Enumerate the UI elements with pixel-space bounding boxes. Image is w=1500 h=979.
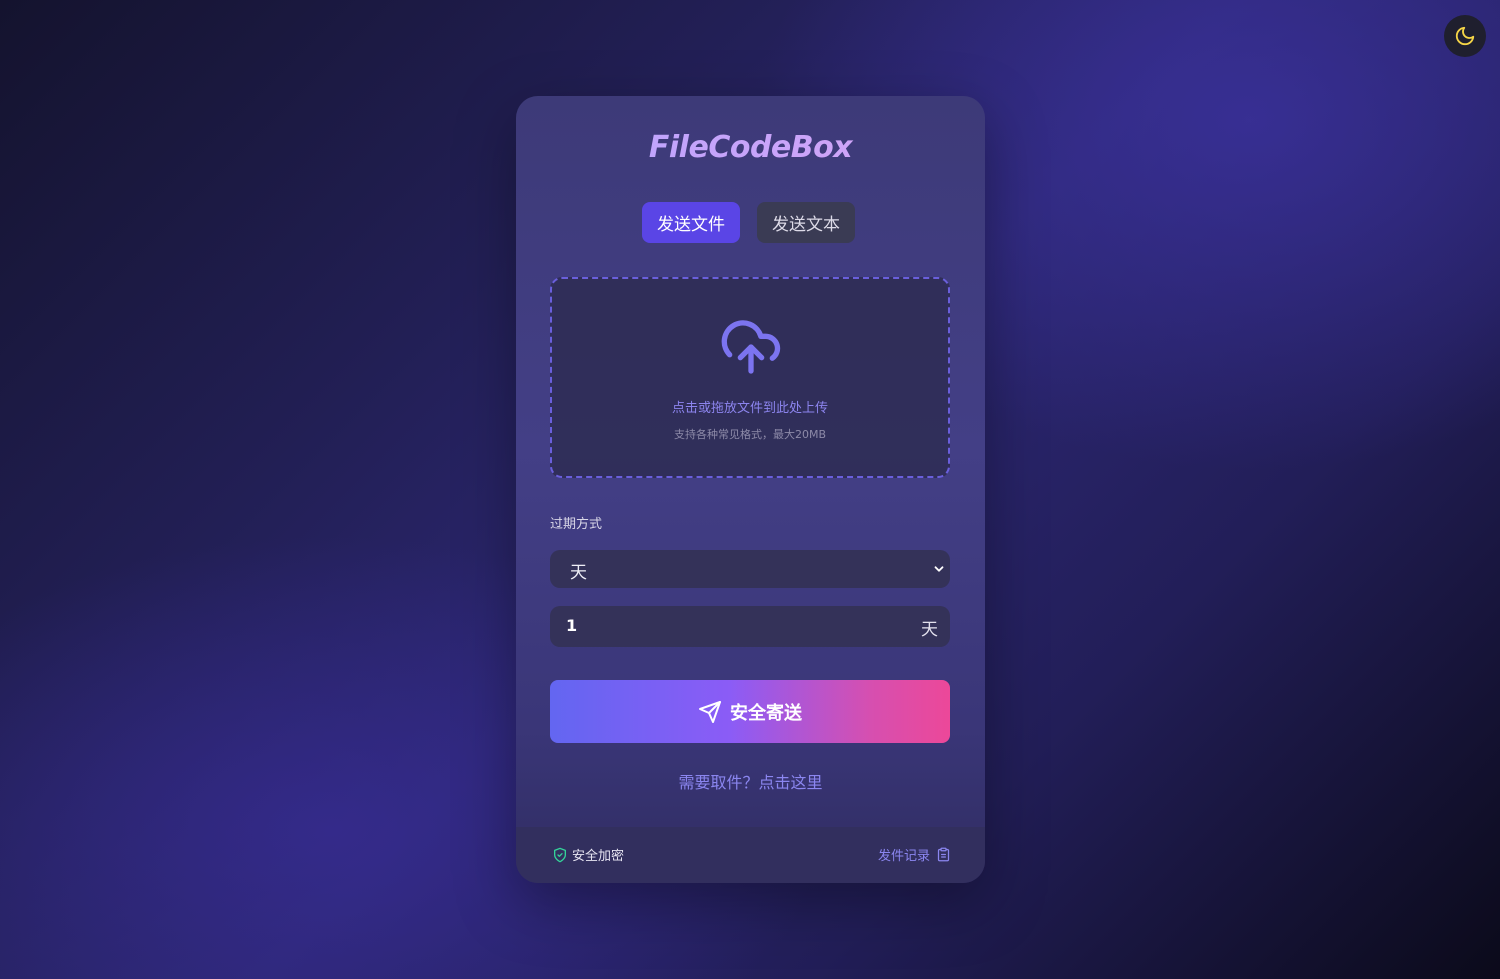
app-logo: FileCodeBox: [516, 130, 985, 165]
send-button-label: 安全寄送: [730, 702, 802, 724]
send-history-button[interactable]: 发件记录: [878, 845, 951, 864]
send-icon: [699, 700, 721, 723]
secure-badge: 安全加密: [552, 845, 624, 864]
tab-send-file[interactable]: 发送文件: [642, 202, 740, 243]
upload-dropzone[interactable]: 点击或拖放文件到此处上传 支持各种常见格式，最大20MB: [550, 277, 950, 478]
secure-label: 安全加密: [572, 849, 625, 864]
chevron-down-icon: [934, 566, 944, 572]
expire-value-input[interactable]: 1 天: [550, 606, 950, 647]
mode-tabs: 发送文件 发送文本: [642, 202, 855, 243]
expire-type-select[interactable]: 天: [550, 550, 950, 588]
shield-check-icon: [554, 847, 566, 862]
send-card: FileCodeBox 发送文件 发送文本 点击或拖放文件到此处上传 支持各种常…: [516, 96, 985, 883]
expire-type-value: 天: [570, 563, 587, 583]
expire-label: 过期方式: [550, 517, 603, 532]
cloud-upload-icon: [721, 320, 781, 374]
card-footer: 安全加密 发件记录: [516, 827, 985, 883]
retrieve-link[interactable]: 需要取件？点击这里: [516, 769, 985, 793]
tab-send-text[interactable]: 发送文本: [757, 202, 855, 243]
clipboard-icon: [937, 847, 950, 862]
theme-toggle-button[interactable]: [1444, 15, 1486, 57]
upload-main-text: 点击或拖放文件到此处上传: [671, 401, 828, 416]
upload-sub-text: 支持各种常见格式，最大20MB: [673, 428, 827, 441]
history-label: 发件记录: [877, 849, 930, 864]
moon-icon: [1455, 26, 1475, 46]
expire-value: 1: [566, 616, 578, 635]
send-button[interactable]: 安全寄送: [550, 680, 950, 743]
expire-unit: 天: [921, 620, 938, 640]
